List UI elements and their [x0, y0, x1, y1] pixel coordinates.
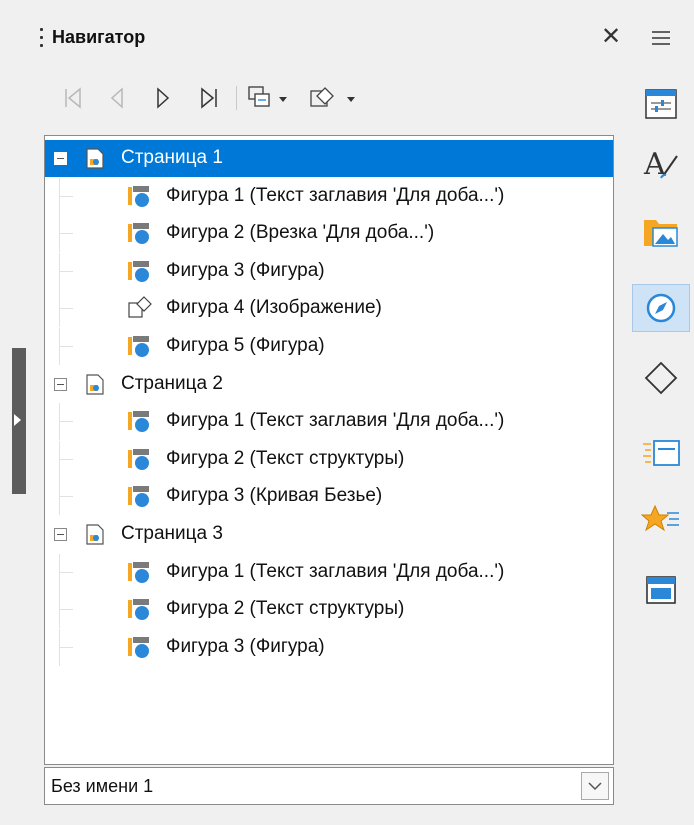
shape-label: Фигура 2 (Текст структуры): [166, 598, 405, 620]
shapes-icon[interactable]: [632, 354, 690, 402]
navigator-toolbar: [56, 78, 616, 118]
shape-label: Фигура 1 (Текст заглавия 'Для доба...'): [166, 560, 505, 582]
tree-connector: [59, 440, 60, 478]
tree-page-row[interactable]: Страница 1: [45, 140, 613, 177]
tree-connector: [59, 478, 60, 516]
previous-page-icon[interactable]: [100, 78, 134, 118]
text-shape-icon: [127, 408, 153, 434]
tree-shape-row[interactable]: Фигура 3 (Фигура): [45, 252, 613, 290]
tree-shape-row[interactable]: Фигура 1 (Текст заглавия 'Для доба...'): [45, 177, 613, 215]
text-shape-icon: [127, 258, 153, 284]
text-shape-icon: [127, 559, 153, 585]
collapse-icon[interactable]: [54, 152, 67, 165]
tree-shape-row[interactable]: Фигура 3 (Фигура): [45, 628, 613, 666]
image-shape-icon: [127, 295, 153, 321]
shape-label: Фигура 5 (Фигура): [166, 335, 325, 356]
shape-label: Фигура 3 (Фигура): [166, 259, 325, 281]
text-shape-icon: [127, 634, 153, 660]
last-page-icon[interactable]: [192, 78, 226, 118]
tree-connector: [59, 270, 73, 272]
tree-page-row[interactable]: Страница 3: [45, 516, 613, 553]
tree-shape-row[interactable]: Фигура 2 (Текст структуры): [45, 591, 613, 629]
navigator-tree[interactable]: Страница 1 Фигура 1 (Текст заглавия 'Для …: [44, 135, 614, 765]
tree-connector: [59, 571, 73, 573]
tree-connector: [59, 421, 73, 423]
text-shape-icon: [127, 333, 153, 359]
tree-connector: [59, 195, 73, 197]
tree-connector: [59, 591, 60, 629]
tree-connector: [59, 609, 73, 611]
shape-label: Фигура 2 (Врезка 'Для доба...'): [166, 222, 435, 244]
next-page-icon[interactable]: [146, 78, 180, 118]
sidebar-tabbar: A: [628, 0, 694, 825]
tree-connector: [59, 346, 73, 347]
page-label: Страница 1: [121, 147, 223, 168]
tree-shape-row[interactable]: Фигура 4 (Изображение): [45, 290, 613, 328]
tree-shape-row[interactable]: Фигура 1 (Текст заглавия 'Для доба...'): [45, 403, 613, 441]
slide-transition-icon[interactable]: [632, 430, 690, 478]
gallery-icon[interactable]: [632, 208, 690, 256]
page-icon: [86, 524, 104, 545]
sidebar-collapse-handle[interactable]: [12, 348, 26, 494]
document-select[interactable]: Без имени 1: [44, 767, 614, 805]
first-page-icon[interactable]: [56, 78, 90, 118]
text-shape-icon: [127, 596, 153, 622]
close-button[interactable]: ✕: [598, 22, 624, 52]
tree-page-row[interactable]: Страница 2: [45, 366, 613, 403]
tree-connector: [59, 215, 60, 253]
tree-connector: [59, 233, 73, 235]
shape-label: Фигура 1 (Текст заглавия 'Для доба...'): [166, 184, 505, 206]
shape-filter-icon[interactable]: [306, 78, 368, 118]
left-gutter: [0, 0, 12, 825]
tree-connector: [59, 628, 60, 666]
menu-icon[interactable]: [632, 14, 690, 62]
page-label: Страница 2: [121, 372, 223, 394]
tree-shape-row[interactable]: Фигура 2 (Врезка 'Для доба...'): [45, 215, 613, 253]
page-icon: [86, 373, 104, 395]
tree-connector: [59, 328, 60, 365]
text-shape-icon: [127, 446, 153, 472]
animation-icon[interactable]: [632, 496, 690, 544]
tree-connector: [59, 553, 60, 591]
tree-connector: [59, 496, 73, 498]
tree-shape-row[interactable]: Фигура 5 (Фигура): [45, 328, 613, 365]
shape-label: Фигура 1 (Текст заглавия 'Для доба...'): [166, 410, 505, 432]
master-slides-icon[interactable]: [632, 566, 690, 614]
tree-shape-row[interactable]: Фигура 2 (Текст структуры): [45, 440, 613, 478]
text-shape-icon: [127, 220, 153, 246]
expand-arrow-icon: [14, 414, 21, 426]
tree-connector: [59, 458, 73, 460]
tree-connector: [59, 308, 73, 310]
page-label: Страница 3: [121, 523, 223, 544]
tree-connector: [59, 177, 60, 215]
properties-icon[interactable]: [632, 80, 690, 128]
tree-shape-row[interactable]: Фигура 1 (Текст заглавия 'Для доба...'): [45, 553, 613, 591]
styles-icon[interactable]: A: [632, 140, 690, 188]
collapse-icon[interactable]: [54, 377, 67, 391]
tree-connector: [59, 290, 60, 328]
shape-label: Фигура 3 (Кривая Безье): [166, 485, 383, 507]
shape-label: Фигура 2 (Текст структуры): [166, 447, 405, 469]
chevron-down-icon: [588, 782, 602, 791]
navigator-icon[interactable]: [632, 284, 690, 332]
collapse-icon[interactable]: [54, 528, 67, 541]
tree-connector: [59, 403, 60, 441]
navigator-deck: Навигатор ✕ Страница 1 Фигура 1 (Текст з…: [26, 0, 628, 825]
drag-mode-icon[interactable]: [246, 78, 298, 118]
tree-shape-row[interactable]: Фигура 3 (Кривая Безье): [45, 478, 613, 516]
deck-title: Навигатор: [52, 27, 146, 47]
text-shape-icon: [127, 183, 153, 209]
tree-connector: [59, 646, 73, 648]
shape-label: Фигура 4 (Изображение): [166, 297, 382, 319]
shape-label: Фигура 3 (Фигура): [166, 635, 325, 657]
tree-connector: [59, 252, 60, 290]
toolbar-separator: [236, 86, 237, 110]
text-shape-icon: [127, 483, 153, 509]
dropdown-button[interactable]: [581, 772, 609, 800]
grip-icon[interactable]: [40, 28, 44, 52]
page-icon: [86, 148, 104, 169]
document-select-value: Без имени 1: [51, 776, 154, 796]
